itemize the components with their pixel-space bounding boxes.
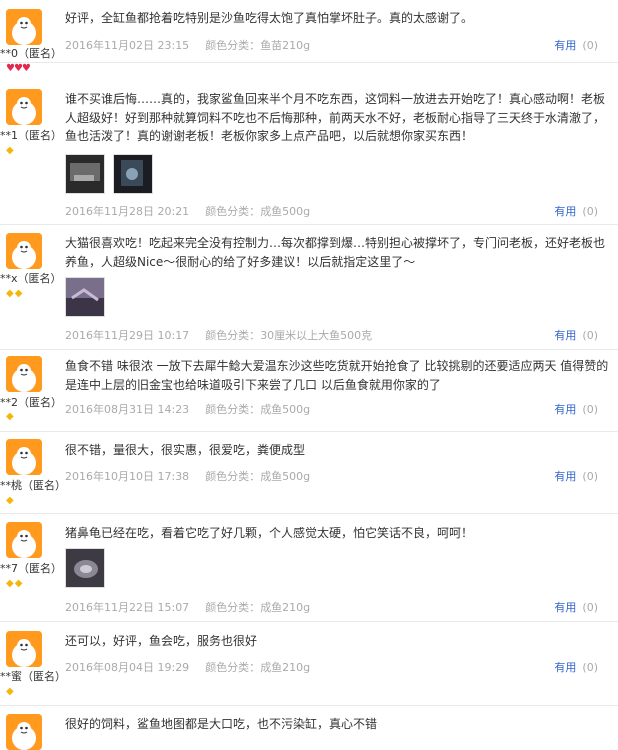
username: **桃（匿名） [0, 479, 66, 492]
avatar [6, 522, 42, 558]
variant-label: 颜色分类： [205, 205, 261, 218]
useful-count: (0) [582, 39, 598, 52]
review-images [65, 277, 105, 317]
review-photo[interactable] [65, 277, 105, 317]
variant-value: 成鱼210g [260, 601, 311, 614]
useful-count: (0) [582, 601, 598, 614]
review-item: 很好的饲料，鲨鱼地图都是大口吃，也不污染缸，真心不错 [0, 706, 618, 750]
useful-button[interactable]: 有用 [554, 661, 576, 674]
useful-button[interactable]: 有用 [554, 329, 576, 342]
rank-diamond-icon: ◆ [6, 686, 15, 697]
review-date: 2016年11月02日 23:15 [65, 39, 190, 52]
review-item: **2（匿名） ◆ 鱼食不错 味很浓 一放下去犀牛鲶大爱温东沙这些吃货就开始抢食… [0, 350, 618, 432]
useful-vote: 有用 (0) [554, 401, 598, 417]
avatar [6, 233, 42, 269]
avatar [6, 631, 42, 667]
useful-vote: 有用 (0) [554, 37, 598, 53]
useful-vote: 有用 (0) [554, 599, 598, 615]
avatar [6, 439, 42, 475]
review-images [65, 548, 105, 588]
variant-value: 成鱼210g [260, 661, 311, 674]
review-meta: 2016年11月28日 20:21 颜色分类：成鱼500g [65, 203, 310, 219]
username: **x（匿名） [0, 272, 62, 285]
review-text: 鱼食不错 味很浓 一放下去犀牛鲶大爱温东沙这些吃货就开始抢食了 比较挑剔的还要适… [65, 359, 609, 392]
username: **2（匿名） [0, 396, 62, 409]
avatar [6, 356, 42, 392]
review-date: 2016年10月10日 17:38 [65, 470, 190, 483]
username: **1（匿名） [0, 129, 62, 142]
review-date: 2016年11月28日 20:21 [65, 205, 190, 218]
useful-vote: 有用 (0) [554, 327, 598, 343]
avatar [6, 9, 42, 45]
avatar [6, 89, 42, 125]
rank-diamond-icon: ◆ [6, 145, 15, 156]
rank-diamond-icon: ◆ [6, 411, 15, 422]
useful-count: (0) [582, 403, 598, 416]
useful-button[interactable]: 有用 [554, 205, 576, 218]
variant-value: 成鱼500g [260, 205, 311, 218]
username: **7（匿名） [0, 562, 62, 575]
useful-count: (0) [582, 470, 598, 483]
useful-button[interactable]: 有用 [554, 39, 576, 52]
review-date: 2016年08月31日 14:23 [65, 403, 190, 416]
review-meta: 2016年11月02日 23:15 颜色分类：鱼苗210g [65, 37, 310, 53]
username: **蜜（匿名） [0, 670, 66, 683]
useful-button[interactable]: 有用 [554, 601, 576, 614]
review-text: 大猫很喜欢吃！吃起来完全没有控制力…每次都撑到爆…特别担心被撑坏了，专门问老板，… [65, 236, 606, 269]
review-meta: 2016年10月10日 17:38 颜色分类：成鱼500g [65, 468, 310, 484]
review-text: 还可以，好评，鱼会吃，服务也很好 [65, 634, 258, 648]
rank-hearts-icon: ♥♥♥ [6, 63, 31, 74]
variant-label: 颜色分类： [205, 39, 261, 52]
variant-value: 30厘米以上大鱼500克 [260, 329, 373, 342]
rank-diamond-icon: ◆◆ [6, 578, 24, 589]
review-item: **7（匿名） ◆◆ 猪鼻龟已经在吃，看着它吃了好几颗，个人感觉太硬，怕它笑话不… [0, 514, 618, 622]
useful-vote: 有用 (0) [554, 203, 598, 219]
rank-diamond-icon: ◆ [6, 495, 15, 506]
variant-value: 鱼苗210g [260, 39, 311, 52]
review-item: **桃（匿名） ◆ 很不错，量很大，很实惠，很爱吃，粪便成型 2016年10月1… [0, 432, 618, 514]
review-text: 很不错，量很大，很实惠，很爱吃，粪便成型 [65, 443, 306, 457]
review-meta: 2016年08月31日 14:23 颜色分类：成鱼500g [65, 401, 310, 417]
review-item: **0（匿名） ♥♥♥ 好评，全缸鱼都抢着吃特别是沙鱼吃得太饱了真怕掌坏肚子。真… [0, 0, 618, 74]
useful-button[interactable]: 有用 [554, 403, 576, 416]
review-date: 2016年11月22日 15:07 [65, 601, 190, 614]
review-item: **蜜（匿名） ◆ 还可以，好评，鱼会吃，服务也很好 2016年08月04日 1… [0, 622, 618, 706]
review-meta: 2016年11月22日 15:07 颜色分类：成鱼210g [65, 599, 310, 615]
rank-diamond-icon: ◆◆ [6, 288, 24, 299]
review-meta: 2016年08月04日 19:29 颜色分类：成鱼210g [65, 659, 310, 675]
useful-vote: 有用 (0) [554, 468, 598, 484]
useful-count: (0) [582, 661, 598, 674]
variant-label: 颜色分类： [205, 661, 261, 674]
review-item: **x（匿名） ◆◆ 大猫很喜欢吃！吃起来完全没有控制力…每次都撑到爆…特别担心… [0, 225, 618, 350]
review-photo[interactable] [65, 154, 105, 194]
review-photo[interactable] [113, 154, 153, 194]
review-date: 2016年08月04日 19:29 [65, 661, 190, 674]
review-item: **1（匿名） ◆ 谁不买谁后悔……真的，我家鲨鱼回来半个月不吃东西，这饲料一放… [0, 81, 618, 225]
useful-vote: 有用 (0) [554, 659, 598, 675]
variant-value: 成鱼500g [260, 403, 311, 416]
useful-button[interactable]: 有用 [554, 470, 576, 483]
useful-count: (0) [582, 329, 598, 342]
variant-label: 颜色分类： [205, 601, 261, 614]
avatar [6, 714, 42, 750]
variant-label: 颜色分类： [205, 329, 261, 342]
review-date: 2016年11月29日 10:17 [65, 329, 190, 342]
review-images [65, 154, 153, 194]
review-text: 很好的饲料，鲨鱼地图都是大口吃，也不污染缸，真心不错 [65, 717, 378, 731]
review-photo[interactable] [65, 548, 105, 588]
variant-label: 颜色分类： [205, 403, 261, 416]
review-text: 猪鼻龟已经在吃，看着它吃了好几颗，个人感觉太硬，怕它笑话不良，呵呵！ [65, 526, 474, 540]
review-text: 谁不买谁后悔……真的，我家鲨鱼回来半个月不吃东西，这饲料一放进去开始吃了！真心感… [65, 92, 606, 143]
review-meta: 2016年11月29日 10:17 颜色分类：30厘米以上大鱼500克 [65, 327, 372, 343]
useful-count: (0) [582, 205, 598, 218]
username: **0（匿名） [0, 47, 62, 60]
variant-label: 颜色分类： [205, 470, 261, 483]
review-text: 好评，全缸鱼都抢着吃特别是沙鱼吃得太饱了真怕掌坏肚子。真的太感谢了。 [65, 11, 474, 25]
variant-value: 成鱼500g [260, 470, 311, 483]
